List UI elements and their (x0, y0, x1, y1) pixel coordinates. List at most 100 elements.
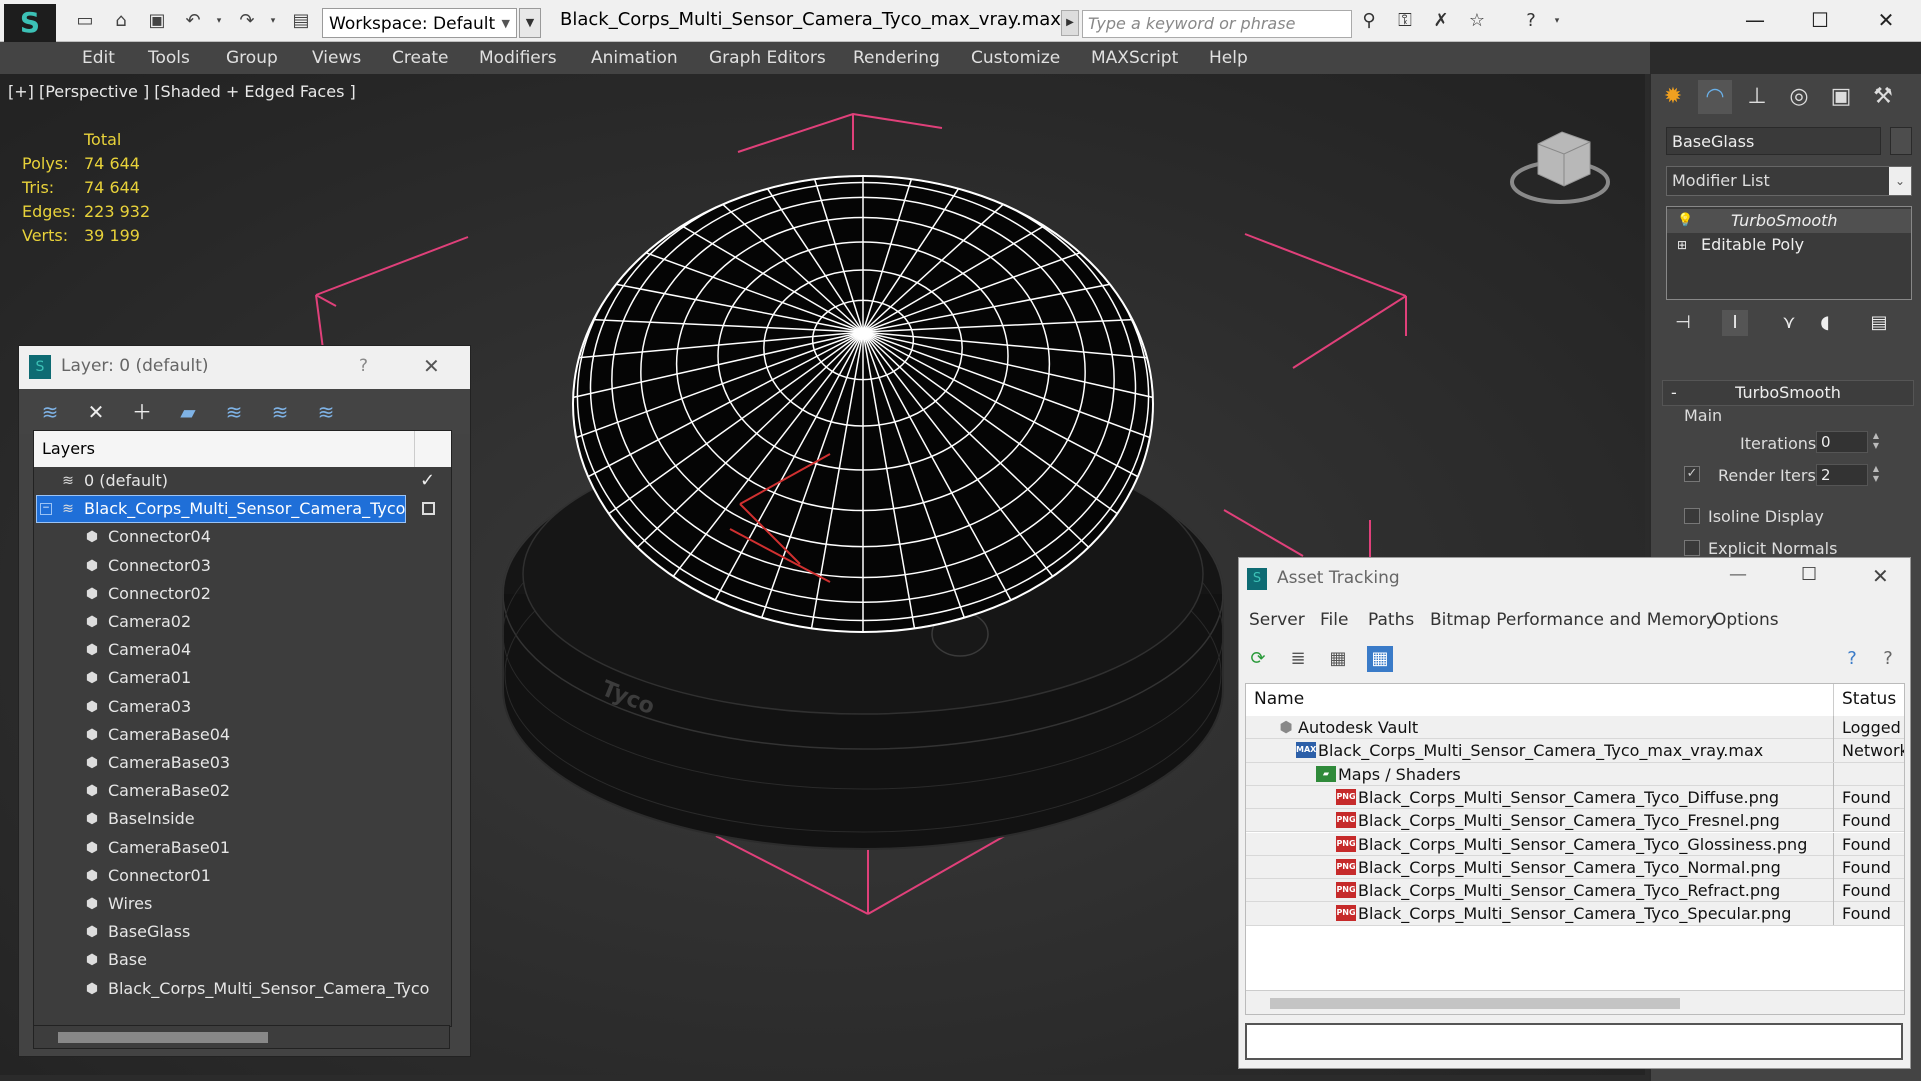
object-name-field[interactable]: BaseGlass (1666, 127, 1881, 155)
turbosmooth-rollout-header[interactable]: - TurboSmooth (1662, 380, 1914, 406)
undo-dropdown-icon[interactable]: ▾ (208, 10, 230, 32)
layer-object-row[interactable]: ⬢ BaseInside (34, 805, 451, 833)
lightbulb-icon[interactable]: 💡 (1677, 209, 1693, 233)
menu-options[interactable]: Options (1713, 607, 1779, 633)
make-current-layer-icon[interactable] (422, 502, 435, 516)
help-icon[interactable]: ? (1520, 10, 1542, 32)
menu-file[interactable]: File (1320, 607, 1348, 633)
hide-all-layers-icon[interactable]: ≋ (267, 398, 293, 426)
layer-object-row[interactable]: ⬢ CameraBase03 (34, 749, 451, 777)
layer-dialog-titlebar[interactable]: S Layer: 0 (default) ? ✕ (19, 346, 470, 389)
render-iters-checkbox[interactable]: ✓ (1684, 466, 1700, 482)
layer-object-row[interactable]: ⬢ Connector04 (34, 523, 451, 551)
app-logo-icon[interactable]: S (4, 4, 56, 42)
key-icon[interactable]: ⚿ (1394, 10, 1416, 32)
make-unique-icon[interactable]: ⋎ (1776, 310, 1802, 336)
spinner-arrows-icon[interactable]: ▲ ▼ (1870, 464, 1882, 486)
highlight-layer-icon[interactable]: ≋ (221, 398, 247, 426)
undo-icon[interactable]: ↶ (182, 10, 204, 32)
close-icon[interactable]: ✕ (1872, 564, 1889, 588)
redo-dropdown-icon[interactable]: ▾ (262, 10, 284, 32)
layer-object-row[interactable]: ⬢ CameraBase02 (34, 777, 451, 805)
maximize-icon[interactable]: ☐ (1801, 564, 1817, 585)
menu-modifiers[interactable]: Modifiers (479, 42, 557, 74)
asset-row[interactable]: PNG Black_Corps_Multi_Sensor_Camera_Tyco_… (1246, 832, 1904, 856)
x-sign-icon[interactable]: ✗ (1430, 10, 1452, 32)
thumbnail-view-icon[interactable]: ▦ (1325, 646, 1351, 672)
help-icon[interactable]: ? (359, 356, 368, 376)
list-view-icon[interactable]: ≣ (1285, 646, 1311, 672)
refresh-icon[interactable]: ⟳ (1245, 646, 1271, 672)
workspace-dropdown[interactable]: Workspace: Default ▼ (322, 8, 517, 38)
search-expand-button[interactable]: ▶ (1061, 10, 1079, 36)
new-layer-icon[interactable]: ≋ (37, 398, 63, 426)
close-icon[interactable]: ✕ (423, 354, 440, 378)
menu-create[interactable]: Create (392, 42, 449, 74)
menu-customize[interactable]: Customize (971, 42, 1060, 74)
explicit-normals-checkbox[interactable] (1684, 540, 1700, 556)
render-iters-spinner[interactable]: 2 (1816, 464, 1868, 486)
binoculars-icon[interactable]: ⚲ (1358, 10, 1380, 32)
menu-maxscript[interactable]: MAXScript (1091, 42, 1178, 74)
object-color-swatch[interactable] (1890, 127, 1912, 155)
layer-list-header[interactable]: Layers (34, 431, 451, 467)
new-file-icon[interactable]: ▭ (74, 10, 96, 32)
iterations-spinner[interactable]: 0 (1816, 431, 1868, 453)
asset-row[interactable]: PNG Black_Corps_Multi_Sensor_Camera_Tyco_… (1246, 879, 1904, 903)
layer-object-row[interactable]: ⬢ Camera02 (34, 608, 451, 636)
save-file-icon[interactable]: ▣ (146, 10, 168, 32)
layer-object-row[interactable]: ⬢ Connector03 (34, 552, 451, 580)
maximize-icon[interactable]: ☐ (1800, 6, 1840, 34)
layer-row[interactable]: ≋ 0 (default) ✓ (34, 467, 451, 495)
menu-bitmap-performance[interactable]: Bitmap Performance and Memory (1430, 607, 1716, 633)
motion-tab-icon[interactable]: ◎ (1782, 80, 1816, 114)
configure-sets-icon[interactable]: ▤ (1866, 310, 1892, 336)
freeze-all-layers-icon[interactable]: ≋ (313, 398, 339, 426)
create-tab-icon[interactable]: ✹ (1656, 80, 1690, 114)
menu-help[interactable]: Help (1209, 42, 1248, 74)
layer-object-row[interactable]: ⬢ Black_Corps_Multi_Sensor_Camera_Tyco (34, 975, 451, 1003)
expand-plus-icon[interactable]: ⊞ (1677, 233, 1687, 257)
minimize-icon[interactable]: — (1735, 6, 1775, 34)
layer-object-row[interactable]: ⬢ Base (34, 946, 451, 974)
utilities-tab-icon[interactable]: ⚒ (1866, 80, 1900, 114)
menu-tools[interactable]: Tools (148, 42, 190, 74)
asset-path-field[interactable] (1245, 1023, 1903, 1060)
display-tab-icon[interactable]: ▣ (1824, 80, 1858, 114)
collapse-icon[interactable]: − (40, 503, 52, 516)
close-icon[interactable]: ✕ (1866, 6, 1906, 34)
layer-object-row[interactable]: ⬢ Wires (34, 890, 451, 918)
asset-row[interactable]: PNG Black_Corps_Multi_Sensor_Camera_Tyco_… (1246, 855, 1904, 880)
horizontal-scrollbar[interactable] (1246, 990, 1904, 1014)
search-input[interactable]: Type a keyword or phrase (1082, 10, 1352, 38)
open-file-icon[interactable]: ⌂ (110, 10, 132, 32)
menu-server[interactable]: Server (1249, 607, 1305, 633)
layer-object-row[interactable]: ⬢ Connector01 (34, 862, 451, 890)
stack-item-editable-poly[interactable]: ⊞ Editable Poly (1667, 233, 1911, 257)
layer-object-row[interactable]: ⬢ CameraBase04 (34, 721, 451, 749)
pin-stack-icon[interactable]: ⊣ (1670, 310, 1696, 336)
project-folder-icon[interactable]: ▤ (290, 10, 312, 32)
asset-row[interactable]: PNG Black_Corps_Multi_Sensor_Camera_Tyco_… (1246, 785, 1904, 810)
asset-row[interactable]: ⬢ Autodesk Vault Logged Out (1246, 716, 1904, 740)
asset-row[interactable]: ▰ Maps / Shaders (1246, 762, 1904, 786)
star-icon[interactable]: ☆ (1466, 10, 1488, 32)
scrollbar-thumb[interactable] (1270, 998, 1680, 1009)
layer-row[interactable]: − ≋ Black_Corps_Multi_Sensor_Camera_Tyco (34, 495, 451, 524)
layer-object-row[interactable]: ⬢ Connector02 (34, 580, 451, 608)
name-column-header[interactable]: Name (1254, 689, 1304, 709)
spinner-arrows-icon[interactable]: ▲ ▼ (1870, 431, 1882, 453)
hierarchy-tab-icon[interactable]: ⊥ (1740, 80, 1774, 114)
layer-object-row[interactable]: ⬢ Camera03 (34, 693, 451, 721)
menu-graph-editors[interactable]: Graph Editors (709, 42, 826, 74)
menu-group[interactable]: Group (226, 42, 278, 74)
layer-object-row[interactable]: ⬢ BaseGlass (34, 918, 451, 946)
isoline-display-checkbox[interactable] (1684, 508, 1700, 524)
active-layer-check-icon[interactable]: ✓ (420, 467, 435, 495)
viewport-label[interactable]: [+] [Perspective ] [Shaded + Edged Faces… (8, 82, 356, 101)
delete-layer-icon[interactable]: ✕ (83, 398, 109, 426)
asset-row[interactable]: MAX Black_Corps_Multi_Sensor_Camera_Tyco_… (1246, 739, 1904, 763)
help-icon[interactable]: ? (1839, 646, 1865, 672)
asset-row[interactable]: PNG Black_Corps_Multi_Sensor_Camera_Tyco_… (1246, 809, 1904, 833)
layer-object-row[interactable]: ⬢ Camera01 (34, 664, 451, 692)
